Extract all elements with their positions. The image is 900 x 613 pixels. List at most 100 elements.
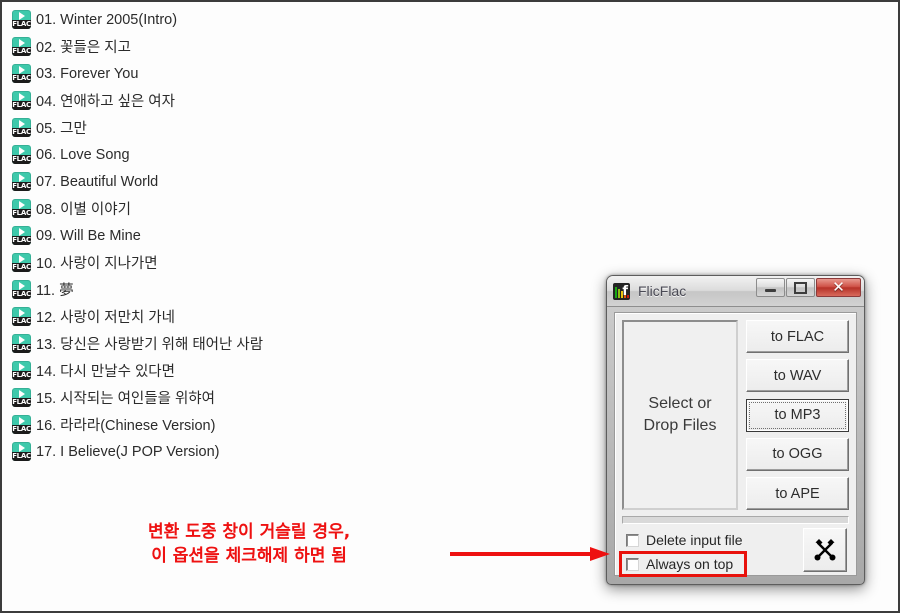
flac-file-icon: FLAC bbox=[12, 334, 31, 353]
flac-file-icon: FLAC bbox=[12, 64, 31, 83]
dropzone-line1: Select or bbox=[648, 395, 712, 412]
list-item[interactable]: FLAC 06. Love Song bbox=[12, 141, 572, 168]
file-name: 02. 꽃들은 지고 bbox=[36, 40, 131, 56]
file-name: 07. Beautiful World bbox=[36, 173, 159, 190]
list-item[interactable]: FLAC 16. 라라라(Chinese Version) bbox=[12, 411, 572, 438]
flac-icon-label: FLAC bbox=[12, 155, 31, 164]
file-name: 16. 라라라(Chinese Version) bbox=[36, 418, 216, 434]
option-checkbox-group: Delete input file Always on top bbox=[619, 528, 747, 577]
flac-file-icon: FLAC bbox=[12, 199, 31, 218]
flac-icon-label: FLAC bbox=[12, 47, 31, 56]
drop-files-zone[interactable]: Select or Drop Files bbox=[622, 320, 738, 510]
flac-icon-label: FLAC bbox=[12, 344, 31, 353]
flac-icon-label: FLAC bbox=[12, 128, 31, 137]
flac-file-icon: FLAC bbox=[12, 37, 31, 56]
window-controls: ✕ bbox=[756, 278, 861, 297]
to-mp3-button[interactable]: to MP3 bbox=[746, 398, 849, 432]
close-button[interactable]: ✕ bbox=[816, 278, 861, 297]
list-item[interactable]: FLAC 07. Beautiful World bbox=[12, 168, 572, 195]
list-item[interactable]: FLAC 02. 꽃들은 지고 bbox=[12, 33, 572, 60]
to-flac-button[interactable]: to FLAC bbox=[746, 320, 849, 353]
flac-icon-label: FLAC bbox=[12, 236, 31, 245]
list-item[interactable]: FLAC 14. 다시 만날수 있다면 bbox=[12, 357, 572, 384]
settings-tools-button[interactable] bbox=[803, 528, 847, 572]
flac-icon-label: FLAC bbox=[12, 371, 31, 380]
file-name: 09. Will Be Mine bbox=[36, 227, 141, 244]
flac-icon-label: FLAC bbox=[12, 290, 31, 299]
list-item[interactable]: FLAC 08. 이별 이야기 bbox=[12, 195, 572, 222]
maximize-button[interactable] bbox=[786, 278, 815, 297]
flac-file-icon: FLAC bbox=[12, 145, 31, 164]
flac-file-icon: FLAC bbox=[12, 280, 31, 299]
maximize-icon bbox=[794, 281, 807, 294]
flac-icon-label: FLAC bbox=[12, 263, 31, 272]
flac-file-icon: FLAC bbox=[12, 361, 31, 380]
flac-file-icon: FLAC bbox=[12, 226, 31, 245]
file-name: 04. 연애하고 싶은 여자 bbox=[36, 94, 175, 110]
list-item[interactable]: FLAC 10. 사랑이 지나가면 bbox=[12, 249, 572, 276]
close-icon: ✕ bbox=[832, 278, 845, 296]
file-name: 08. 이별 이야기 bbox=[36, 202, 131, 218]
file-name: 01. Winter 2005(Intro) bbox=[36, 11, 178, 28]
file-name: 15. 시작되는 여인들을 위햐여 bbox=[36, 391, 215, 407]
annotation-line-1: 변환 도중 창이 거슬릴 경우, bbox=[148, 522, 351, 542]
list-item[interactable]: FLAC 05. 그만 bbox=[12, 114, 572, 141]
file-name: 03. Forever You bbox=[36, 65, 139, 82]
list-item[interactable]: FLAC 13. 당신은 사랑받기 위해 태어난 사람 bbox=[12, 330, 572, 357]
list-item[interactable]: FLAC 12. 사랑이 저만치 가네 bbox=[12, 303, 572, 330]
list-item[interactable]: FLAC 09. Will Be Mine bbox=[12, 222, 572, 249]
file-name: 12. 사랑이 저만치 가네 bbox=[36, 310, 175, 326]
annotation-text: 변환 도중 창이 거슬릴 경우, 이 옵션을 체크해제 하면 됨 bbox=[148, 520, 350, 568]
list-item[interactable]: FLAC 15. 시작되는 여인들을 위햐여 bbox=[12, 384, 572, 411]
delete-input-file-checkbox[interactable] bbox=[626, 533, 639, 547]
always-on-top-option[interactable]: Always on top bbox=[619, 551, 747, 577]
file-name: 17. I Believe(J POP Version) bbox=[36, 443, 220, 460]
flac-file-icon: FLAC bbox=[12, 91, 31, 110]
list-item[interactable]: FLAC 03. Forever You bbox=[12, 60, 572, 87]
flac-file-list: FLAC 01. Winter 2005(Intro) FLAC 02. 꽃들은… bbox=[12, 6, 572, 465]
flac-file-icon: FLAC bbox=[12, 172, 31, 191]
file-name: 14. 다시 만날수 있다면 bbox=[36, 364, 175, 380]
minimize-button[interactable] bbox=[756, 278, 785, 297]
annotation-line-2: 이 옵션을 체크해제 하면 됨 bbox=[151, 546, 347, 566]
delete-input-file-label: Delete input file bbox=[646, 532, 743, 548]
flac-icon-label: FLAC bbox=[12, 20, 31, 29]
always-on-top-checkbox[interactable] bbox=[626, 557, 639, 571]
file-name: 10. 사랑이 지나가면 bbox=[36, 256, 158, 272]
flicflac-app-icon: f bbox=[613, 282, 630, 300]
list-item[interactable]: FLAC 11. 夢 bbox=[12, 276, 572, 303]
window-title-bar[interactable]: f FlicFlac ✕ bbox=[607, 276, 864, 307]
flac-icon-label: FLAC bbox=[12, 209, 31, 218]
flac-file-icon: FLAC bbox=[12, 442, 31, 461]
flac-file-icon: FLAC bbox=[12, 253, 31, 272]
convert-button-group: to FLAC to WAV to MP3 to OGG to APE bbox=[746, 320, 849, 510]
minimize-icon bbox=[765, 289, 776, 292]
to-wav-button[interactable]: to WAV bbox=[746, 359, 849, 393]
file-name: 13. 당신은 사랑받기 위해 태어난 사람 bbox=[36, 337, 264, 353]
flicflac-window: f FlicFlac ✕ Select or Drop Files to FLA… bbox=[606, 275, 865, 585]
flac-icon-label: FLAC bbox=[12, 74, 31, 83]
file-name: 05. 그만 bbox=[36, 121, 87, 137]
flac-file-icon: FLAC bbox=[12, 10, 31, 29]
hammer-wrench-icon bbox=[814, 539, 836, 561]
flac-icon-label: FLAC bbox=[12, 398, 31, 407]
always-on-top-label: Always on top bbox=[646, 556, 734, 572]
screenshot-root: FLAC 01. Winter 2005(Intro) FLAC 02. 꽃들은… bbox=[0, 0, 900, 613]
flac-icon-label: FLAC bbox=[12, 182, 31, 191]
list-item[interactable]: FLAC 17. I Believe(J POP Version) bbox=[12, 438, 572, 465]
to-ogg-button[interactable]: to OGG bbox=[746, 437, 849, 471]
flac-file-icon: FLAC bbox=[12, 118, 31, 137]
delete-input-file-option[interactable]: Delete input file bbox=[622, 529, 747, 551]
list-item[interactable]: FLAC 04. 연애하고 싶은 여자 bbox=[12, 87, 572, 114]
flac-file-icon: FLAC bbox=[12, 388, 31, 407]
options-panel: Delete input file Always on top bbox=[619, 528, 849, 577]
list-item[interactable]: FLAC 01. Winter 2005(Intro) bbox=[12, 6, 572, 33]
file-name: 11. 夢 bbox=[36, 283, 74, 299]
to-ape-button[interactable]: to APE bbox=[746, 477, 849, 510]
flac-file-icon: FLAC bbox=[12, 307, 31, 326]
file-name: 06. Love Song bbox=[36, 146, 130, 163]
window-client-area: Select or Drop Files to FLAC to WAV to M… bbox=[614, 312, 857, 577]
flac-icon-label: FLAC bbox=[12, 317, 31, 326]
window-title: FlicFlac bbox=[638, 283, 687, 299]
separator bbox=[622, 516, 849, 524]
